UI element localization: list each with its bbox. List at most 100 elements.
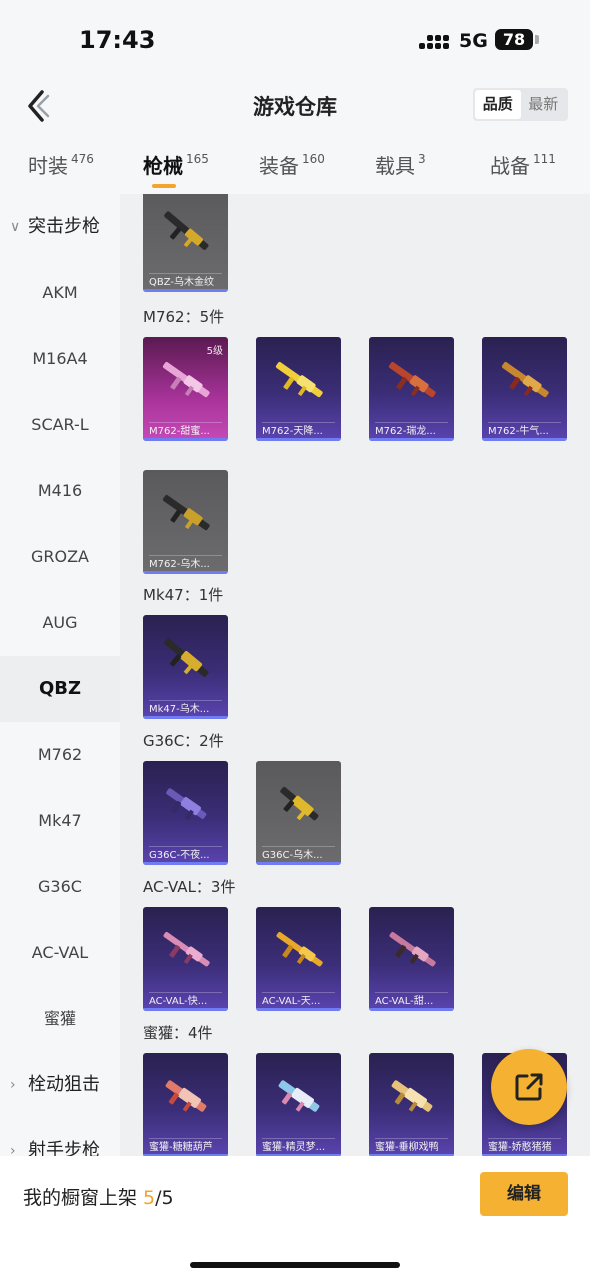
tab-guns[interactable]: 枪械 165 [143,150,209,179]
edit-button[interactable]: 编辑 [480,1172,568,1216]
showcase-total-count: /5 [155,1187,174,1209]
weapon-name: M762-天降... [262,426,323,437]
tab-count: 111 [533,152,556,166]
sidebar-item-aug[interactable]: AUG [0,590,120,656]
battery-tip [535,35,539,44]
weapon-card[interactable]: 蜜獾-糖糖葫芦 [143,1053,228,1156]
tab-count: 160 [302,152,325,166]
weapon-card[interactable]: M762-牛气... [482,337,567,441]
share-button[interactable] [491,1049,567,1125]
tab-vehicles[interactable]: 载具 3 [375,150,426,179]
sidebar-item-m16a4[interactable]: M16A4 [0,326,120,392]
rifle-icon [391,1080,433,1112]
rifle-icon [164,211,209,250]
weapon-name: 蜜獾-娇憨猪猪 [488,1142,552,1153]
weapon-card[interactable]: AC-VAL-甜... [369,907,454,1011]
quality-bar [143,1008,228,1011]
tab-count: 165 [186,152,209,166]
active-tab-indicator [152,184,176,188]
quality-bar [143,862,228,865]
section-title-mk47: Mk47：1件 [143,586,224,604]
sidebar-group-assault-rifles[interactable]: ∨ 突击步枪 [0,194,120,260]
weapon-card[interactable]: AC-VAL-快... [143,907,228,1011]
sidebar-item-akm[interactable]: AKM [0,260,120,326]
showcase-label: 我的橱窗上架 [23,1187,144,1209]
section-title-honey-badger: 蜜獾：4件 [143,1024,213,1042]
weapon-name: 蜜獾-垂柳戏鸭 [375,1142,439,1153]
weapon-name: AC-VAL-快... [149,996,208,1007]
signal-icon [419,29,449,49]
chevron-down-icon: ∨ [10,219,21,235]
tab-label: 时装 [28,154,68,178]
weapon-name: Mk47-乌木... [149,704,210,715]
quality-bar [256,862,341,865]
sidebar-group-bolt-sniper[interactable]: › 栓动狙击 [0,1052,120,1118]
rifle-icon [276,932,323,967]
rifle-icon [275,362,323,398]
rifle-icon [165,1080,207,1112]
tab-fashion[interactable]: 时装 476 [28,150,94,179]
sort-newest-option[interactable]: 最新 [521,90,567,119]
weapon-card[interactable]: 蜜獾-精灵梦... [256,1053,341,1156]
weapon-card[interactable]: G36C-乌木... [256,761,341,865]
weapon-name: M762-瑞龙... [375,426,436,437]
rifle-icon [162,495,210,531]
weapon-card[interactable]: M762-瑞龙... [369,337,454,441]
weapon-name: G36C-乌木... [262,850,323,861]
rifle-icon [166,788,207,821]
sidebar-item-g36c[interactable]: G36C [0,854,120,920]
home-indicator[interactable] [190,1262,400,1268]
rifle-icon [278,1080,320,1112]
showcase-status: 我的橱窗上架 5/5 [23,1183,174,1210]
weapon-name: QBZ-乌木金纹 [149,277,215,288]
rifle-icon [501,362,549,398]
quality-bar [369,1008,454,1011]
weapon-name: 蜜獾-精灵梦... [262,1142,326,1153]
weapon-card[interactable]: QBZ-乌木金纹 [143,194,228,292]
tab-battle-prep[interactable]: 战备 111 [490,150,556,179]
quality-bar [143,289,228,292]
chevron-right-icon: › [10,1077,16,1093]
sidebar-item-groza[interactable]: GROZA [0,524,120,590]
rifle-icon [163,932,210,967]
weapon-card[interactable]: G36C-不夜... [143,761,228,865]
weapon-card[interactable]: M762-乌木... [143,470,228,574]
sidebar-item-ac-val[interactable]: AC-VAL [0,920,120,986]
sidebar-group-label: 突击步枪 [28,216,100,237]
weapon-name: AC-VAL-甜... [375,996,434,1007]
quality-bar [369,438,454,441]
tab-equipment[interactable]: 装备 160 [259,150,325,179]
weapon-card[interactable]: 5级 M762-甜蜜... [143,337,228,441]
battery-icon: 78 [495,29,533,50]
quality-bar [482,438,567,441]
tab-label: 载具 [375,154,415,178]
rifle-icon [388,362,436,398]
weapon-card[interactable]: 蜜獾-垂柳戏鸭 [369,1053,454,1156]
weapon-card[interactable]: AC-VAL-天... [256,907,341,1011]
weapon-card[interactable]: Mk47-乌木... [143,615,228,719]
quality-bar [256,438,341,441]
section-title-m762: M762：5件 [143,308,225,326]
sidebar-item-m416[interactable]: M416 [0,458,120,524]
quality-bar [143,571,228,574]
quality-bar [143,438,228,441]
sort-toggle: 品质 最新 [473,88,568,121]
sidebar-item-qbz[interactable]: QBZ [0,656,120,722]
bottom-bar: 我的橱窗上架 5/5 编辑 [0,1156,590,1280]
tab-count: 3 [418,152,426,166]
sidebar-item-honey-badger[interactable]: 蜜獾 [0,986,120,1052]
status-time: 17:43 [79,26,156,54]
weapon-card[interactable]: M762-天降... [256,337,341,441]
rifle-icon [164,638,209,677]
weapon-name: M762-乌木... [149,559,210,570]
status-bar: 17:43 5G 78 [0,0,590,78]
sidebar-item-scar-l[interactable]: SCAR-L [0,392,120,458]
sidebar-item-m762[interactable]: M762 [0,722,120,788]
sidebar-group-label: 栓动狙击 [28,1074,100,1095]
sidebar-item-mk47[interactable]: Mk47 [0,788,120,854]
network-type: 5G [459,30,488,52]
section-title-g36c: G36C：2件 [143,732,224,750]
sidebar-group-marksman-rifle[interactable]: › 射手步枪 [0,1118,120,1156]
sort-quality-option[interactable]: 品质 [475,90,521,119]
tab-label: 枪械 [143,154,183,178]
